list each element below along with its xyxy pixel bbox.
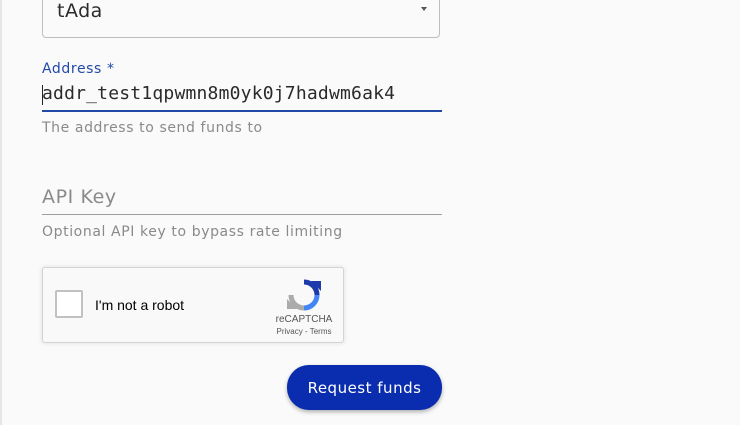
recaptcha-checkbox[interactable]	[55, 290, 83, 318]
api-key-underline	[42, 214, 442, 215]
address-label: Address *	[42, 61, 115, 77]
page-left-border	[0, 0, 2, 425]
request-funds-button[interactable]: Request funds	[287, 365, 442, 410]
address-input[interactable]: addr_test1qpwmn8m0yk0j7hadwm6ak4	[42, 80, 442, 110]
chevron-down-icon	[421, 7, 427, 11]
currency-select[interactable]: tAda	[42, 0, 440, 38]
currency-select-value: tAda	[57, 0, 103, 22]
recaptcha-brand: reCAPTCHA	[275, 314, 333, 325]
recaptcha-widget: I'm not a robot reCAPTCHA Privacy - Term…	[42, 267, 344, 343]
address-underline	[42, 110, 442, 112]
api-key-input[interactable]: API Key	[42, 186, 117, 208]
recaptcha-label: I'm not a robot	[95, 297, 185, 313]
recaptcha-privacy-terms-link[interactable]: Privacy - Terms	[265, 327, 343, 336]
recaptcha-logo-icon	[287, 279, 321, 311]
text-cursor	[42, 85, 43, 105]
api-key-helper-text: Optional API key to bypass rate limiting	[42, 224, 343, 240]
address-helper-text: The address to send funds to	[42, 120, 263, 136]
